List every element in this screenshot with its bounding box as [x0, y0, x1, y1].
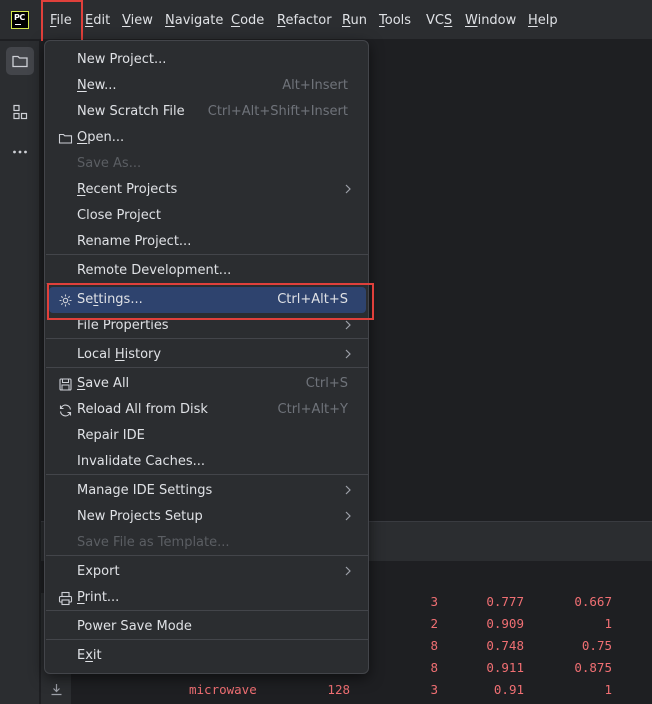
file-menu-item-new-scratch-file[interactable]: New Scratch File Ctrl+Alt+Shift+Insert [49, 99, 366, 125]
file-menu-item-repair-ide[interactable]: Repair IDE [49, 423, 366, 449]
shortcut-hint: Alt+Insert [282, 78, 348, 93]
print-icon [57, 590, 73, 606]
table-cell-a: 8 [430, 638, 438, 653]
file-menu-item-label: Invalidate Caches... [77, 454, 206, 469]
file-menu-item-save-file-as-template: Save File as Template... [49, 530, 366, 556]
file-menu-item-save-as: Save As... [49, 151, 366, 177]
chevron-right-icon [344, 346, 352, 364]
reload-icon [57, 402, 73, 418]
file-menu-item-label: Print... [77, 590, 120, 605]
table-cell-b: 0.911 [486, 660, 524, 675]
shortcut-hint: Ctrl+S [305, 376, 348, 391]
file-menu-dropdown: New Project... New... Alt+Insert New Scratc… [44, 40, 369, 674]
file-menu-item-label: New Scratch File [77, 104, 185, 119]
table-cell-b: 0.91 [493, 682, 524, 697]
table-cell-c: 0.75 [581, 638, 612, 653]
main-menubar: PC File Edit View Navigate Code Refactor Run To… [0, 0, 652, 40]
table-cell-b: 0.909 [486, 616, 524, 631]
menu-vcs[interactable]: VCS [426, 12, 452, 30]
file-menu-item-label: Reload All from Disk [77, 402, 208, 417]
table-cell-b: 0.748 [486, 638, 524, 653]
file-menu-item-label: New Project... [77, 52, 167, 67]
more-icon[interactable] [6, 138, 34, 166]
file-menu-item-new-project[interactable]: New Project... [49, 47, 366, 73]
file-menu-item-open[interactable]: Open... [49, 125, 366, 151]
file-menu-item-label: Repair IDE [77, 428, 145, 443]
file-menu-item-invalidate-caches[interactable]: Invalidate Caches... [49, 449, 366, 475]
file-menu-item-label: Open... [77, 130, 125, 145]
file-menu-item-exit[interactable]: Exit [49, 643, 366, 669]
table-cell-a: 8 [430, 660, 438, 675]
menu-window[interactable]: Window [465, 12, 516, 30]
file-menu-item-label: Export [77, 564, 120, 579]
file-menu-item-label: Save File as Template... [77, 535, 230, 550]
menu-run[interactable]: Run [342, 12, 367, 30]
file-menu-item-label: Manage IDE Settings [77, 483, 213, 498]
file-menu-item-reload-all-from-disk[interactable]: Reload All from Disk Ctrl+Alt+Y [49, 397, 366, 423]
menu-code[interactable]: Code [231, 12, 264, 30]
save-icon [57, 376, 73, 392]
file-menu-item-power-save-mode[interactable]: Power Save Mode [49, 614, 366, 640]
file-menu-item-label: Save As... [77, 156, 142, 171]
table-cell-b: 0.777 [486, 594, 524, 609]
table-row: microwave 128 3 0.91 1 [0, 680, 652, 702]
file-menu-item-new-projects-setup[interactable]: New Projects Setup [49, 504, 366, 530]
file-menu-item-manage-ide-settings[interactable]: Manage IDE Settings [49, 478, 366, 504]
table-cell-c: 0.667 [574, 594, 612, 609]
menu-view[interactable]: View [122, 12, 153, 30]
file-menu-item-label: Exit [77, 648, 102, 663]
chevron-right-icon [344, 508, 352, 526]
table-cell-a: 2 [430, 616, 438, 631]
table-cell-c: 1 [604, 616, 612, 631]
menu-tools[interactable]: Tools [379, 12, 411, 30]
file-menu-item-close-project[interactable]: Close Project [49, 203, 366, 229]
file-menu-item-label: New Projects Setup [77, 509, 203, 524]
file-menu-item-label: Remote Development... [77, 263, 232, 278]
menu-help[interactable]: Help [528, 12, 558, 30]
file-menu-item-local-history[interactable]: Local History [49, 342, 366, 368]
file-menu-item-remote-development[interactable]: Remote Development... [49, 258, 366, 284]
project-folder-icon[interactable] [6, 47, 34, 75]
menu-edit[interactable]: Edit [85, 12, 110, 30]
chevron-right-icon [344, 181, 352, 199]
file-menu-highlight-box [41, 0, 83, 43]
chevron-right-icon [344, 563, 352, 581]
shortcut-hint: Ctrl+Alt+Shift+Insert [207, 104, 348, 119]
chevron-right-icon [344, 482, 352, 500]
menu-navigate[interactable]: Navigate [165, 12, 223, 30]
folder-icon [57, 130, 73, 146]
file-menu-item-print[interactable]: Print... [49, 585, 366, 611]
table-cell-c: 0.875 [574, 660, 612, 675]
file-menu-item-label: Power Save Mode [77, 619, 192, 634]
menu-refactor[interactable]: Refactor [277, 12, 332, 30]
structure-icon[interactable] [6, 98, 34, 126]
table-cell-name: microwave [189, 682, 257, 697]
file-menu-item-label: Save All [77, 376, 130, 391]
file-menu-item-recent-projects[interactable]: Recent Projects [49, 177, 366, 203]
file-menu-item-label: Recent Projects [77, 182, 178, 197]
file-menu-item-rename-project[interactable]: Rename Project... [49, 229, 366, 255]
settings-highlight-box [47, 283, 374, 320]
pycharm-logo-icon: PC [11, 11, 29, 29]
table-cell-size: 128 [327, 682, 350, 697]
file-menu-item-new[interactable]: New... Alt+Insert [49, 73, 366, 99]
file-menu-item-save-all[interactable]: Save All Ctrl+S [49, 371, 366, 397]
logo-text: PC [14, 13, 25, 22]
file-menu-item-label: Close Project [77, 208, 162, 223]
shortcut-hint: Ctrl+Alt+Y [277, 402, 348, 417]
table-cell-a: 3 [430, 594, 438, 609]
file-menu-item-export[interactable]: Export [49, 559, 366, 585]
file-menu-item-label: Rename Project... [77, 234, 192, 249]
table-cell-a: 3 [430, 682, 438, 697]
table-cell-c: 1 [604, 682, 612, 697]
file-menu-item-label: New... [77, 78, 117, 93]
file-menu-item-label: Local History [77, 347, 162, 362]
